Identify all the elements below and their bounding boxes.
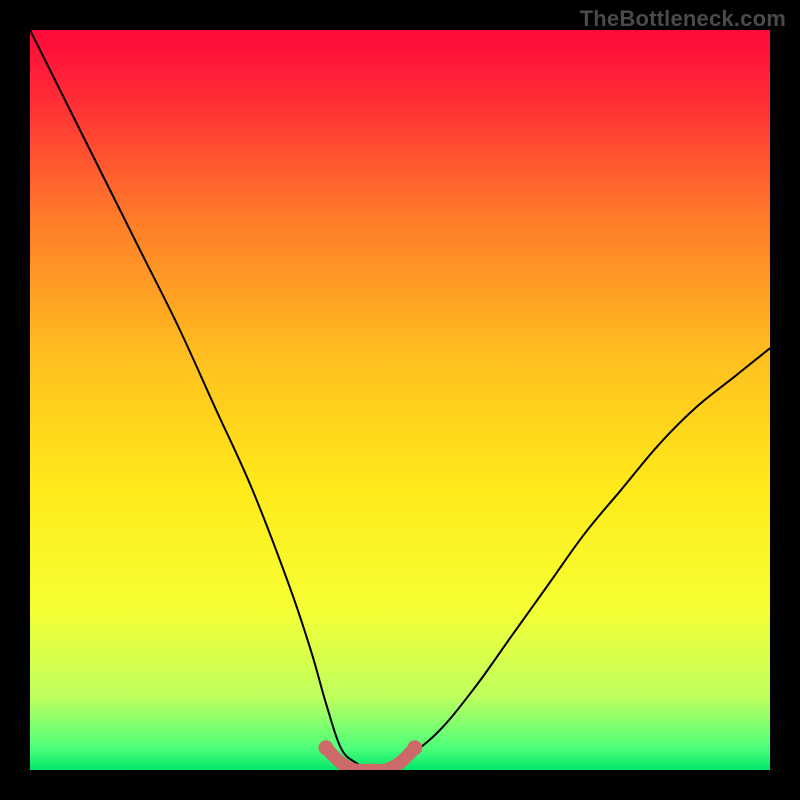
chart-stage: TheBottleneck.com [0,0,800,800]
bottleneck-chart [0,0,800,800]
gradient-background [30,30,770,770]
